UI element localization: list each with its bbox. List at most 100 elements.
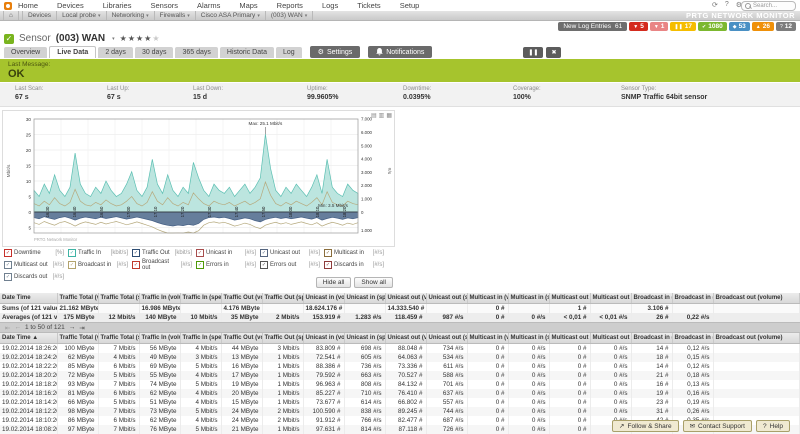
menu-item-home[interactable]: Home: [18, 1, 38, 10]
breadcrumb-item-cisco-asa-primary[interactable]: Cisco ASA Primary▾: [196, 11, 266, 20]
prtg-logo-icon[interactable]: [4, 2, 12, 10]
follow-share-button[interactable]: ↗Follow & Share: [612, 420, 679, 432]
copy-icon[interactable]: ▥: [379, 112, 385, 119]
column-header-traffic-total-speed[interactable]: Traffic Total (speed): [98, 293, 139, 304]
column-header-traffic-total-volume[interactable]: Traffic Total (volume): [57, 293, 98, 304]
column-header-traffic-out-volume[interactable]: Traffic Out (volume): [221, 333, 262, 344]
column-header-unicast-in-speed[interactable]: Unicast in (speed): [344, 293, 385, 304]
help-button[interactable]: ?Help: [756, 420, 790, 432]
column-header-traffic-in-speed[interactable]: Traffic In (speed): [180, 293, 221, 304]
show-all-button[interactable]: Show all: [354, 277, 393, 288]
new-log-entries-button[interactable]: New Log Entries 61: [558, 22, 627, 31]
column-header-traffic-out-volume[interactable]: Traffic Out (volume): [221, 293, 262, 304]
home-icon[interactable]: ⌂: [3, 11, 19, 20]
status-badge[interactable]: ▲26: [752, 22, 774, 31]
popout-icon[interactable]: ▦: [386, 112, 392, 119]
menu-item-devices[interactable]: Devices: [57, 1, 84, 10]
menu-item-reports[interactable]: Reports: [277, 1, 303, 10]
checkbox-discards-in[interactable]: ✓: [324, 261, 332, 269]
breadcrumb-item-003-wan[interactable]: (003) WAN▾: [266, 11, 313, 20]
column-header-broadcast-in-speed[interactable]: Broadcast in (speed): [672, 333, 713, 344]
pause-button[interactable]: ❚❚: [523, 47, 543, 58]
column-header-unicast-out-volume[interactable]: Unicast out (volume): [385, 333, 426, 344]
status-badge[interactable]: ◆53: [729, 22, 750, 31]
tab-2-days[interactable]: 2 days: [98, 47, 133, 58]
column-header-multicast-in-speed[interactable]: Multicast in (speed): [508, 293, 549, 304]
checkbox-unicast-in[interactable]: ✓: [196, 249, 204, 257]
refresh-icon[interactable]: ⟳: [712, 1, 718, 9]
column-header-traffic-in-volume[interactable]: Traffic In (volume): [139, 333, 180, 344]
status-badge[interactable]: ✔1080: [698, 22, 727, 31]
menu-item-tickets[interactable]: Tickets: [357, 1, 380, 10]
checkbox-errors-out[interactable]: ✓: [260, 261, 268, 269]
next-page-button[interactable]: →: [69, 324, 76, 331]
tab-overview[interactable]: Overview: [4, 47, 47, 58]
column-header-unicast-out-speed[interactable]: Unicast out (speed): [426, 293, 467, 304]
breadcrumb-item-devices[interactable]: Devices: [22, 11, 57, 20]
prev-page-button[interactable]: ←: [14, 324, 21, 331]
tab-live-data[interactable]: Live Data: [49, 46, 96, 58]
priority-star[interactable]: ★: [152, 34, 160, 43]
print-icon[interactable]: ▤: [371, 112, 377, 119]
tab-30-days[interactable]: 30 days: [135, 47, 174, 58]
menu-item-libraries[interactable]: Libraries: [103, 1, 132, 10]
menu-item-maps[interactable]: Maps: [239, 1, 257, 10]
tab-log[interactable]: Log: [276, 47, 302, 58]
last-page-button[interactable]: ⇥: [79, 324, 84, 332]
checkbox-errors-in[interactable]: ✓: [196, 261, 204, 269]
hide-all-button[interactable]: Hide all: [316, 277, 352, 288]
delete-button[interactable]: ✖: [546, 47, 561, 58]
breadcrumb-item-local-probe[interactable]: Local probe▾: [57, 11, 107, 20]
contact-support-button[interactable]: ✉Contact Support: [683, 420, 752, 432]
status-badge[interactable]: ▼1: [650, 22, 669, 31]
column-header-multicast-in-volume[interactable]: Multicast in (volume): [467, 293, 508, 304]
column-header-broadcast-in-volume[interactable]: Broadcast in (volume): [631, 333, 672, 344]
column-header-traffic-in-volume[interactable]: Traffic In (volume): [139, 293, 180, 304]
column-header-broadcast-in-speed[interactable]: Broadcast in (speed): [672, 293, 713, 304]
column-header-unicast-out-volume[interactable]: Unicast out (volume): [385, 293, 426, 304]
column-header-traffic-out-speed[interactable]: Traffic Out (speed): [262, 333, 303, 344]
column-header-multicast-in-volume[interactable]: Multicast in (volume): [467, 333, 508, 344]
column-header-traffic-total-volume[interactable]: Traffic Total (volume): [57, 333, 98, 344]
column-header-multicast-out-volume[interactable]: Multicast out (volume): [549, 293, 590, 304]
checkbox-downtime[interactable]: ✓: [4, 249, 12, 257]
notifications-button[interactable]: Notifications: [368, 46, 432, 58]
column-header-broadcast-out-volume[interactable]: Broadcast out (volume): [713, 293, 800, 304]
priority-star[interactable]: ★: [128, 34, 136, 43]
checkbox-multicast-out[interactable]: ✓: [4, 261, 12, 269]
checkbox-traffic-in[interactable]: ✓: [68, 249, 76, 257]
chevron-down-icon[interactable]: ▾: [112, 36, 115, 42]
tab-365-days[interactable]: 365 days: [175, 47, 217, 58]
status-badge[interactable]: ❚❚17: [670, 22, 696, 31]
checkbox-multicast-in[interactable]: ✓: [324, 249, 332, 257]
menu-item-logs[interactable]: Logs: [322, 1, 338, 10]
menu-item-sensors[interactable]: Sensors: [150, 1, 178, 10]
column-header-traffic-in-speed[interactable]: Traffic In (speed): [180, 333, 221, 344]
column-header-multicast-out-speed[interactable]: Multicast out (speed): [590, 293, 631, 304]
column-header-multicast-in-speed[interactable]: Multicast in (speed): [508, 333, 549, 344]
checkbox-unicast-out[interactable]: ✓: [260, 249, 268, 257]
column-header-unicast-out-speed[interactable]: Unicast out (speed): [426, 333, 467, 344]
settings-button[interactable]: ⚙ Settings: [310, 46, 361, 58]
tab-historic-data[interactable]: Historic Data: [220, 47, 274, 58]
column-header-unicast-in-speed[interactable]: Unicast in (speed): [344, 333, 385, 344]
column-header-traffic-total-speed[interactable]: Traffic Total (speed): [98, 333, 139, 344]
status-badge[interactable]: ▼5: [629, 22, 648, 31]
checkbox-traffic-out[interactable]: ✓: [132, 249, 140, 257]
help-icon[interactable]: ?: [725, 1, 729, 9]
column-header-date-time[interactable]: Date Time: [0, 293, 57, 304]
live-graph[interactable]: 05101520253051.0002.0003.0004.0005.0006.…: [3, 111, 392, 244]
column-header-unicast-in-volume[interactable]: Unicast in (volume): [303, 293, 344, 304]
priority-star[interactable]: ★: [120, 34, 128, 43]
menu-item-setup[interactable]: Setup: [400, 1, 420, 10]
column-header-broadcast-in-volume[interactable]: Broadcast in (volume): [631, 293, 672, 304]
column-header-unicast-in-volume[interactable]: Unicast in (volume): [303, 333, 344, 344]
priority-star[interactable]: ★: [136, 34, 144, 43]
first-page-button[interactable]: ⇤: [5, 324, 10, 332]
checkbox-broadcast-in[interactable]: ✓: [68, 261, 76, 269]
checkbox-broadcast-out[interactable]: ✓: [132, 261, 140, 269]
column-header-multicast-out-speed[interactable]: Multicast out (speed): [590, 333, 631, 344]
checkbox-discards-out[interactable]: ✓: [4, 273, 12, 281]
priority-stars[interactable]: ★★★★★: [120, 34, 161, 43]
column-header-date-time[interactable]: Date Time ▲: [0, 333, 57, 344]
